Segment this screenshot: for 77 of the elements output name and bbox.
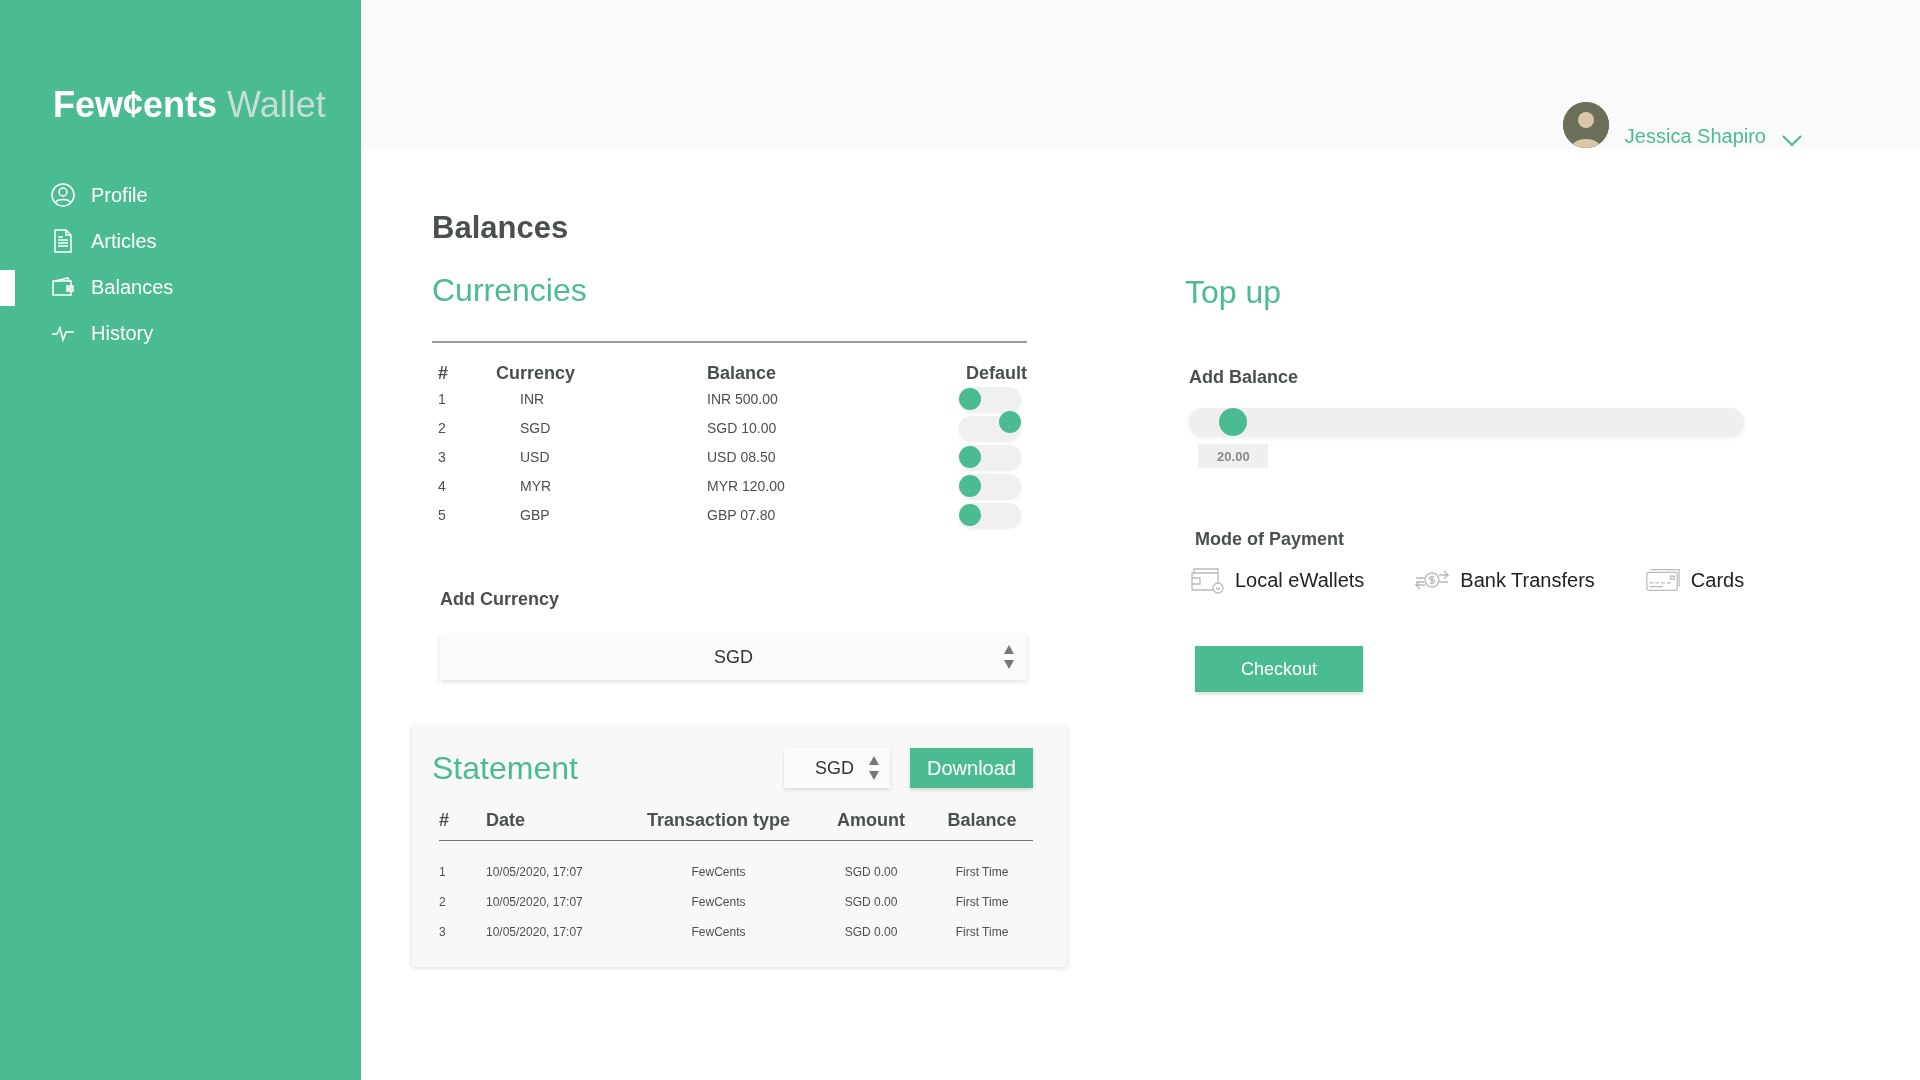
toggle-switch[interactable] [959, 444, 1021, 469]
table-cell: GBP 07.80 [707, 506, 776, 523]
table-cell-text: 1 [439, 864, 447, 881]
table-cell: INR 500.00 [707, 390, 778, 407]
slider-value: 20.00 [1198, 444, 1269, 468]
table-cell-text: SGD [519, 419, 551, 436]
table-cell-text: SGD 0.00 [843, 864, 899, 881]
logo-subtitle: Wallet [227, 84, 326, 126]
table-cell-text: SGD 0.00 [843, 894, 899, 911]
download-button[interactable]: Download [910, 748, 1033, 788]
user-name[interactable]: Jessica Shapiro [1624, 125, 1766, 148]
checkout-button[interactable]: Checkout [1195, 646, 1363, 692]
page-title: Balances [432, 210, 570, 246]
column-header: Currency [496, 363, 577, 384]
table-cell: 1 [438, 390, 446, 407]
column-header: Amount [811, 808, 931, 841]
section-title: Statement [432, 749, 579, 787]
slider-track[interactable] [1189, 408, 1744, 436]
table-cell: SGD 10.00 [707, 419, 777, 436]
section-title: Top up [1185, 274, 1283, 311]
table-cell: USD 08.50 [707, 448, 776, 465]
column-header: Transaction type [626, 808, 811, 841]
table-cell-text: First Time [954, 894, 1010, 911]
table-cell-text: 2 [439, 894, 447, 911]
field-label: Add Currency [440, 589, 561, 610]
table-cell: MYR 120.00 [707, 477, 785, 494]
sidebar-item[interactable]: Articles [0, 218, 361, 264]
table-cell-text: First Time [954, 864, 1010, 881]
sidebar-item[interactable]: Profile [0, 172, 361, 218]
column-header: Date [486, 808, 626, 841]
column-header: # [438, 363, 449, 384]
column-header: Balance [707, 363, 778, 384]
slider-thumb[interactable] [1219, 408, 1248, 436]
toggle-switch[interactable] [959, 473, 1021, 498]
table-cell-text: FewCents [690, 864, 747, 881]
table-cell-text: 10/05/2020, 17:07 [486, 894, 584, 911]
payment-option[interactable]: Cards [1644, 566, 1745, 594]
selection-indicator [0, 270, 15, 306]
table-cell-text: 3 [439, 924, 447, 941]
table-cell-text: SGD 0.00 [843, 924, 899, 941]
sidebar-item[interactable]: Balances [0, 264, 361, 310]
table-cell-text: USD [519, 448, 550, 465]
table-cell-text: FewCents [690, 924, 747, 941]
up-down-arrows-icon [1003, 644, 1015, 670]
table-cell-text: MYR [519, 477, 552, 494]
toggle-switch[interactable] [959, 502, 1021, 527]
currency-select[interactable]: SGD [784, 748, 890, 788]
table-cell: 3 [438, 448, 446, 465]
section-title: Currencies [432, 272, 588, 309]
table-cell: 5 [438, 506, 446, 523]
table-cell-text: INR [519, 390, 545, 407]
logo-text: Few¢ents [53, 84, 218, 126]
table-cell: 2 [438, 419, 446, 436]
user-icon [51, 183, 75, 207]
column-header: # [439, 808, 486, 841]
document-icon [51, 229, 75, 253]
wallet-icon [1189, 566, 1225, 594]
payment-option[interactable]: Bank Transfers [1414, 566, 1595, 594]
table-cell-text: First Time [954, 924, 1010, 941]
credit-card-icon [1644, 566, 1681, 594]
table-cell: 4 [438, 477, 446, 494]
toggle-switch[interactable] [959, 386, 1021, 411]
wallet-icon [51, 275, 75, 299]
payment-option[interactable]: Local eWallets [1189, 566, 1365, 594]
currency-select[interactable]: SGD [440, 634, 1027, 680]
field-label: Mode of Payment [1195, 529, 1346, 550]
avatar[interactable] [1562, 102, 1609, 148]
column-header: Balance [931, 808, 1033, 841]
chevron-down-icon[interactable] [1782, 134, 1802, 148]
table-cell-text: FewCents [690, 894, 747, 911]
up-down-arrows-icon [868, 755, 880, 781]
table-cell-text: GBP [519, 506, 550, 523]
column-header: Default [966, 363, 1027, 384]
table-cell-text: 10/05/2020, 17:07 [486, 924, 584, 941]
sidebar-item[interactable]: History [0, 310, 361, 356]
field-label: Add Balance [1188, 367, 1300, 388]
table-cell-text: 10/05/2020, 17:07 [486, 864, 584, 881]
